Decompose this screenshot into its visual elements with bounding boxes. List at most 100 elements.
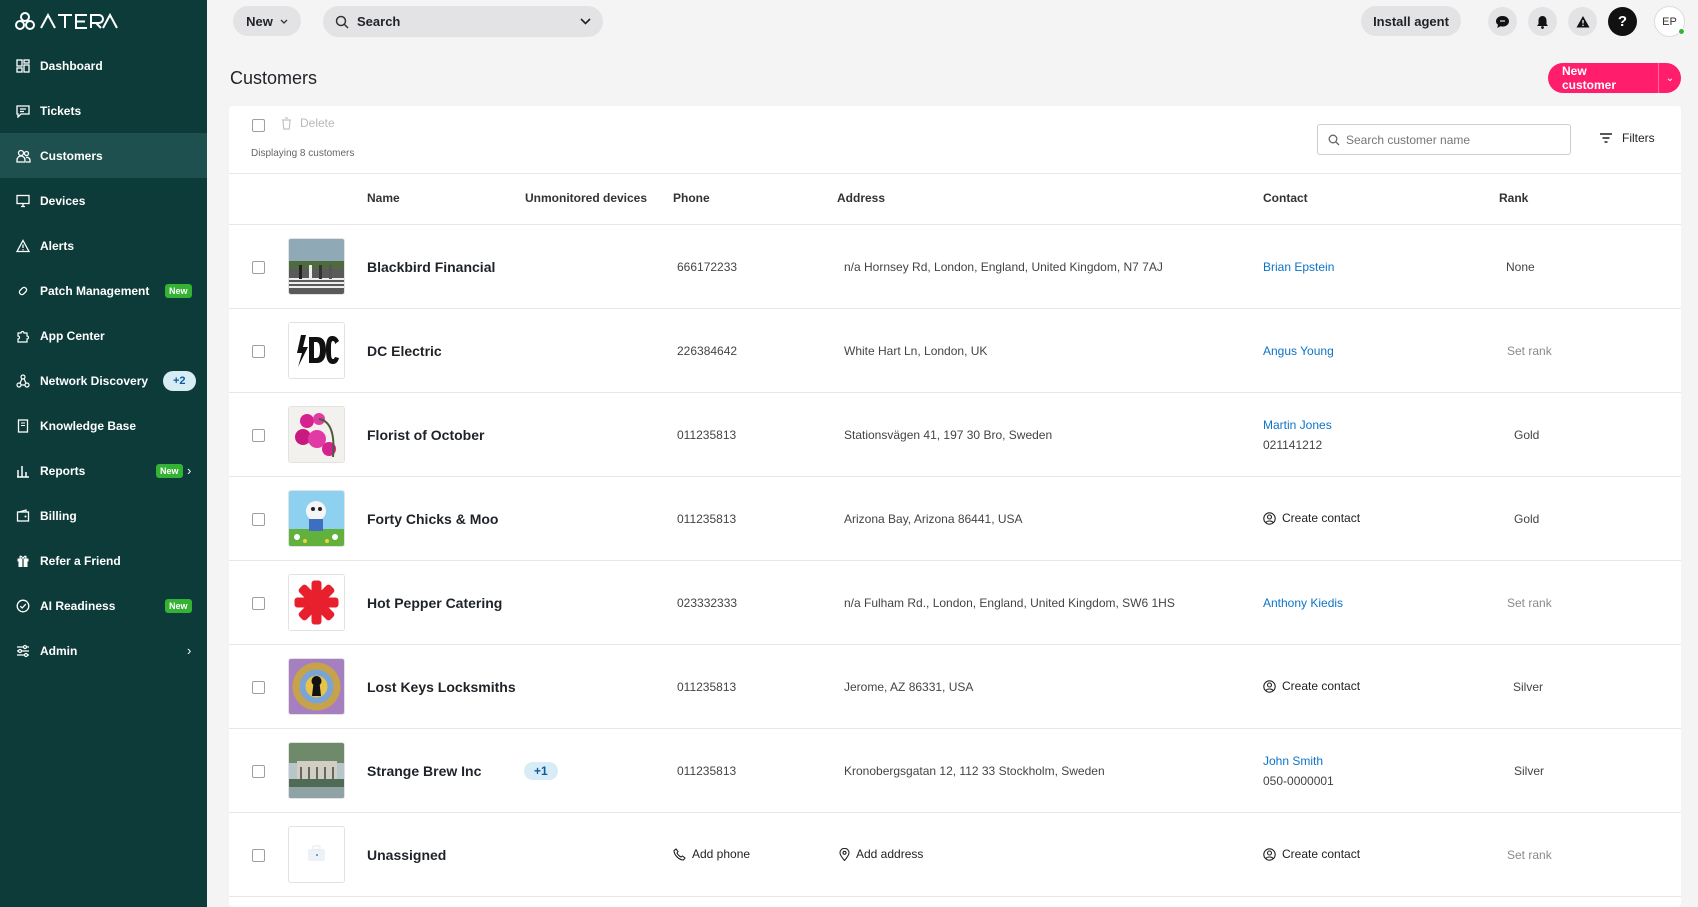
install-agent-button[interactable]: Install agent bbox=[1361, 6, 1461, 36]
new-badge: New bbox=[165, 283, 192, 298]
delete-button[interactable]: Delete bbox=[281, 116, 335, 130]
monitor-icon bbox=[15, 193, 31, 209]
table-row[interactable]: Lost Keys Locksmiths 011235813 Jerome, A… bbox=[229, 645, 1681, 729]
table-row[interactable]: Unassigned Add phone Add address Create … bbox=[229, 813, 1681, 897]
table-row[interactable]: DC Electric 226384642 White Hart Ln, Lon… bbox=[229, 309, 1681, 393]
table-row[interactable]: Blackbird Financial 666172233 n/a Hornse… bbox=[229, 225, 1681, 309]
sidebar-item-label: Devices bbox=[40, 193, 86, 208]
customer-rank[interactable]: Gold bbox=[1514, 512, 1539, 526]
create-contact-label: Create contact bbox=[1282, 511, 1361, 525]
sidebar-item-ai-readiness[interactable]: AI Readiness New bbox=[0, 583, 207, 628]
notifications-button[interactable] bbox=[1528, 7, 1557, 36]
search-icon bbox=[335, 15, 349, 29]
set-rank-link[interactable]: Set rank bbox=[1507, 344, 1552, 358]
column-header-phone[interactable]: Phone bbox=[673, 191, 710, 205]
customer-name[interactable]: Unassigned bbox=[367, 847, 446, 863]
column-header-name[interactable]: Name bbox=[367, 191, 400, 205]
new-customer-dropdown[interactable]: ⌄ bbox=[1658, 63, 1681, 93]
customer-name[interactable]: Forty Chicks & Moo bbox=[367, 511, 498, 527]
user-circle-icon bbox=[1263, 511, 1276, 525]
unmonitored-devices-badge[interactable]: +1 bbox=[524, 762, 558, 780]
table-row[interactable]: Florist of October 011235813 Stationsväg… bbox=[229, 393, 1681, 477]
contact-phone: 050-0000001 bbox=[1263, 774, 1334, 788]
customer-rank[interactable]: Silver bbox=[1513, 680, 1543, 694]
table-row[interactable]: Strange Brew Inc +1 011235813 Kronobergs… bbox=[229, 729, 1681, 813]
sidebar-item-tickets[interactable]: Tickets bbox=[0, 88, 207, 133]
add-phone-button[interactable]: Add phone bbox=[673, 847, 750, 861]
atera-logo[interactable] bbox=[14, 12, 119, 30]
sidebar-item-reports[interactable]: Reports New › bbox=[0, 448, 207, 493]
global-search[interactable]: Search bbox=[323, 6, 603, 37]
customer-name[interactable]: Lost Keys Locksmiths bbox=[367, 679, 516, 695]
sidebar-item-alerts[interactable]: Alerts bbox=[0, 223, 207, 268]
column-header-rank[interactable]: Rank bbox=[1499, 191, 1528, 205]
customer-rank[interactable]: None bbox=[1506, 260, 1535, 274]
sidebar-item-billing[interactable]: Billing bbox=[0, 493, 207, 538]
column-header-unmonitored[interactable]: Unmonitored devices bbox=[525, 191, 647, 205]
table-row[interactable]: Forty Chicks & Moo 011235813 Arizona Bay… bbox=[229, 477, 1681, 561]
sidebar-item-refer-a-friend[interactable]: Refer a Friend bbox=[0, 538, 207, 583]
customer-name[interactable]: Strange Brew Inc bbox=[367, 763, 481, 779]
select-all-checkbox[interactable] bbox=[252, 119, 265, 132]
create-contact-button[interactable]: Create contact bbox=[1263, 511, 1360, 525]
sidebar-item-dashboard[interactable]: Dashboard bbox=[0, 43, 207, 88]
set-rank-link[interactable]: Set rank bbox=[1507, 596, 1552, 610]
set-rank-link[interactable]: Set rank bbox=[1507, 848, 1552, 862]
sidebar-item-label: Reports bbox=[40, 463, 86, 478]
table-row[interactable]: Hot Pepper Catering 023332333 n/a Fulham… bbox=[229, 561, 1681, 645]
customer-address: Stationsvägen 41, 197 30 Bro, Sweden bbox=[844, 428, 1053, 442]
sidebar-item-patch-management[interactable]: Patch Management New bbox=[0, 268, 207, 313]
customer-name[interactable]: Hot Pepper Catering bbox=[367, 595, 502, 611]
sidebar-item-app-center[interactable]: App Center bbox=[0, 313, 207, 358]
row-checkbox[interactable] bbox=[252, 261, 265, 274]
contact-link[interactable]: Anthony Kiedis bbox=[1263, 596, 1343, 610]
customer-logo bbox=[288, 742, 345, 799]
add-address-button[interactable]: Add address bbox=[839, 847, 923, 861]
column-header-address[interactable]: Address bbox=[837, 191, 885, 205]
filters-button[interactable]: Filters bbox=[1599, 131, 1655, 145]
create-contact-button[interactable]: Create contact bbox=[1263, 679, 1360, 693]
customer-rank[interactable]: Gold bbox=[1514, 428, 1539, 442]
new-button[interactable]: New bbox=[233, 6, 301, 36]
chevron-down-icon[interactable] bbox=[580, 18, 591, 25]
page-title: Customers bbox=[230, 68, 318, 88]
new-button-label: New bbox=[246, 13, 273, 29]
column-header-contact[interactable]: Contact bbox=[1263, 191, 1308, 205]
customers-icon bbox=[15, 148, 31, 164]
customer-name[interactable]: Florist of October bbox=[367, 427, 484, 443]
row-checkbox[interactable] bbox=[252, 681, 265, 694]
customer-name[interactable]: Blackbird Financial bbox=[367, 259, 495, 275]
sidebar-item-label: AI Readiness bbox=[40, 598, 116, 613]
chat-button[interactable] bbox=[1488, 7, 1517, 36]
sidebar-item-knowledge-base[interactable]: Knowledge Base bbox=[0, 403, 207, 448]
customer-phone: 226384642 bbox=[677, 344, 738, 358]
row-checkbox[interactable] bbox=[252, 597, 265, 610]
customer-address: White Hart Ln, London, UK bbox=[844, 344, 988, 358]
sidebar-item-admin[interactable]: Admin › bbox=[0, 628, 207, 673]
user-circle-icon bbox=[1263, 847, 1276, 861]
contact-link[interactable]: Angus Young bbox=[1263, 344, 1334, 358]
contact-link[interactable]: John Smith bbox=[1263, 754, 1323, 768]
customer-name[interactable]: DC Electric bbox=[367, 343, 442, 359]
warning-icon bbox=[1576, 16, 1589, 28]
customer-search-input[interactable]: Search customer name bbox=[1317, 124, 1571, 155]
customer-address: Arizona Bay, Arizona 86441, USA bbox=[844, 512, 1023, 526]
row-checkbox[interactable] bbox=[252, 429, 265, 442]
avatar[interactable]: EP bbox=[1654, 6, 1685, 37]
create-contact-button[interactable]: Create contact bbox=[1263, 847, 1360, 861]
alerts-button[interactable] bbox=[1568, 7, 1597, 36]
sidebar-item-devices[interactable]: Devices bbox=[0, 178, 207, 223]
contact-link[interactable]: Martin Jones bbox=[1263, 418, 1332, 432]
row-checkbox[interactable] bbox=[252, 513, 265, 526]
sidebar-item-customers[interactable]: Customers bbox=[0, 133, 207, 178]
help-button[interactable]: ? bbox=[1608, 7, 1637, 36]
contact-link[interactable]: Brian Epstein bbox=[1263, 260, 1334, 274]
alert-icon bbox=[15, 238, 31, 254]
customer-logo bbox=[288, 406, 345, 463]
row-checkbox[interactable] bbox=[252, 849, 265, 862]
new-customer-button[interactable]: New customer bbox=[1548, 63, 1658, 93]
sidebar-item-network-discovery[interactable]: Network Discovery +2 bbox=[0, 358, 207, 403]
customer-rank[interactable]: Silver bbox=[1514, 764, 1544, 778]
row-checkbox[interactable] bbox=[252, 345, 265, 358]
row-checkbox[interactable] bbox=[252, 765, 265, 778]
